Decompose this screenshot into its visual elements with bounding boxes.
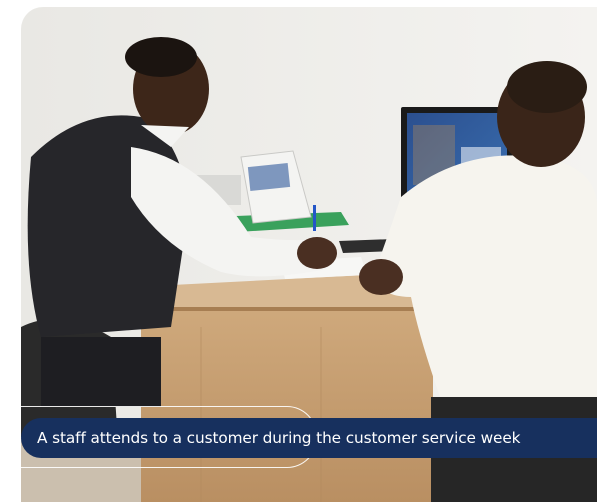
staff-legs	[41, 337, 161, 407]
page-frame: A staff attends to a customer during the…	[0, 0, 597, 502]
caption-banner: A staff attends to a customer during the…	[21, 418, 597, 458]
caption-text: A staff attends to a customer during the…	[37, 429, 521, 447]
desk-front	[141, 307, 433, 502]
staff-hand	[297, 237, 337, 269]
customer-arm	[359, 259, 403, 295]
pen	[313, 205, 316, 231]
